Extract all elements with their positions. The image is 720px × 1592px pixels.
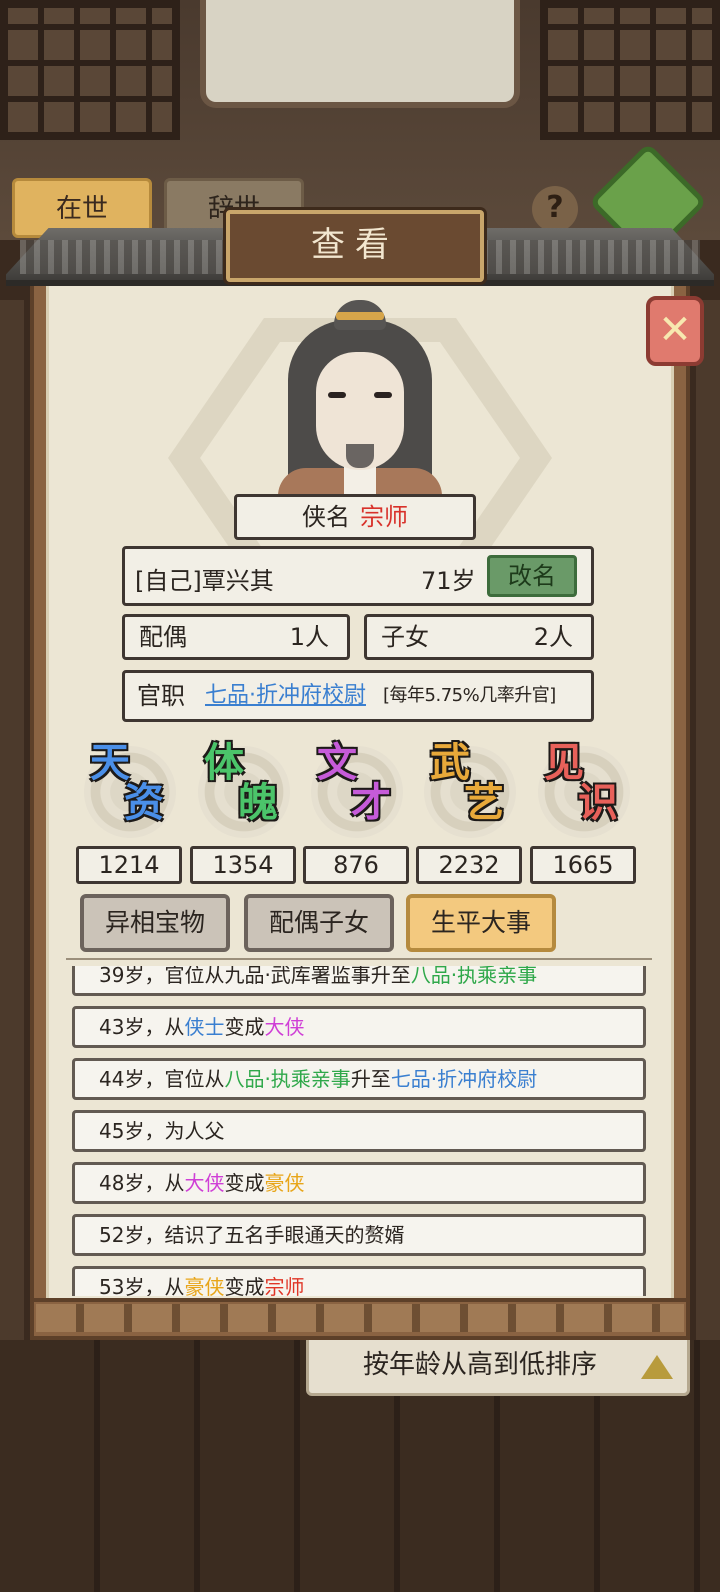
name-row: [自己]覃兴其 71岁 改名: [122, 546, 594, 606]
event-highlight: 八品·执乘亲事: [410, 966, 538, 987]
dialog-title: 查看: [226, 210, 484, 282]
tab-events[interactable]: 生平大事: [406, 894, 556, 952]
list-divider: [66, 958, 652, 962]
portrait-eye-left: [328, 392, 346, 398]
tab-family[interactable]: 配偶子女: [244, 894, 394, 952]
children-box: 子女 2人: [364, 614, 594, 660]
event-highlight: 七品·折冲府校尉: [390, 1067, 538, 1091]
background-painting: [200, 0, 520, 108]
help-icon[interactable]: ?: [532, 186, 578, 232]
attribute-value: 1354: [190, 846, 296, 884]
event-highlight: 豪侠: [184, 1275, 225, 1296]
lattice-window-right: [540, 0, 720, 140]
event-text: 44岁，官位从: [99, 1067, 225, 1091]
close-button[interactable]: ✕: [646, 296, 704, 366]
close-icon: ✕: [658, 307, 692, 353]
event-item: 53岁，从豪侠变成宗师: [72, 1266, 646, 1296]
event-text: 变成: [224, 1015, 265, 1039]
rename-button[interactable]: 改名: [487, 555, 577, 597]
character-age: 71岁: [421, 567, 476, 595]
tab-treasure[interactable]: 异相宝物: [80, 894, 230, 952]
event-highlight: 豪侠: [264, 1171, 305, 1195]
official-box: 官职 七品·折冲府校尉 [每年5.75%几率升官]: [122, 670, 594, 722]
background-side-right: [696, 300, 720, 1340]
event-text: 43岁，从: [99, 1015, 185, 1039]
event-text: 升至: [350, 1067, 391, 1091]
attribute-name-char: 才: [351, 779, 391, 826]
portrait-collar: [344, 466, 376, 496]
attribute-name-char: 魄: [238, 779, 278, 826]
dialog-bottom-rail-pattern: [36, 1304, 684, 1332]
character-portrait: [258, 300, 462, 496]
children-label: 子女: [381, 623, 429, 651]
event-text: 39岁，官位从九品·武库署监事升至: [99, 966, 411, 987]
hero-title-value: 宗师: [360, 503, 408, 531]
attribute-name-char: 艺: [464, 779, 504, 826]
children-count: 2人: [533, 623, 573, 651]
event-highlight: 八品·执乘亲事: [224, 1067, 351, 1091]
life-events-list[interactable]: 39岁，官位从九品·武库署监事升至八品·执乘亲事 43岁，从侠士变成大侠 44岁，官…: [72, 966, 648, 1296]
event-text: 48岁，从: [99, 1171, 185, 1195]
event-highlight: 大侠: [264, 1015, 305, 1039]
attribute-value: 1665: [530, 846, 636, 884]
event-text: 45岁，为人父: [99, 1119, 225, 1143]
promotion-chance: [每年5.75%几率升官]: [383, 685, 556, 706]
attribute-value: 2232: [416, 846, 522, 884]
event-item: 52岁，结识了五名手眼通天的赘婿: [72, 1214, 646, 1256]
sort-button[interactable]: 按年龄从高到低排序: [306, 1334, 690, 1396]
event-highlight: 侠士: [184, 1015, 225, 1039]
event-text: 52岁，结识了五名手眼通天的赘婿: [99, 1223, 405, 1247]
hero-title-box: 侠名 宗师: [234, 494, 476, 540]
event-text: 53岁，从: [99, 1275, 185, 1296]
character-name: [自己]覃兴其: [135, 567, 274, 595]
event-text: 变成: [224, 1171, 265, 1195]
event-text: 变成: [224, 1275, 265, 1296]
lattice-window-left: [0, 0, 180, 140]
attribute-name-char: 识: [578, 779, 618, 826]
official-rank-link[interactable]: 七品·折冲府校尉: [205, 673, 366, 719]
event-item: 48岁，从大侠变成豪侠: [72, 1162, 646, 1204]
attribute-name-char: 资: [124, 779, 164, 826]
portrait-beard: [346, 444, 374, 468]
attribute-value: 876: [303, 846, 409, 884]
portrait-hairband: [336, 312, 384, 320]
event-item: 43岁，从侠士变成大侠: [72, 1006, 646, 1048]
sort-label: 按年龄从高到低排序: [363, 1350, 598, 1380]
portrait-eye-right: [374, 392, 392, 398]
event-item: 45岁，为人父: [72, 1110, 646, 1152]
event-highlight: 宗师: [264, 1275, 305, 1296]
official-label: 官职: [137, 682, 185, 710]
background-side-left: [0, 300, 24, 1340]
spouse-count: 1人: [289, 623, 329, 651]
spouse-box: 配偶 1人: [122, 614, 350, 660]
event-item: 44岁，官位从八品·执乘亲事升至七品·折冲府校尉: [72, 1058, 646, 1100]
attribute-value: 1214: [76, 846, 182, 884]
sort-triangle-icon: [641, 1355, 673, 1379]
event-item: 39岁，官位从九品·武库署监事升至八品·执乘亲事: [72, 966, 646, 996]
spouse-label: 配偶: [139, 623, 187, 651]
hero-title-label: 侠名: [302, 503, 350, 531]
event-highlight: 大侠: [184, 1171, 225, 1195]
